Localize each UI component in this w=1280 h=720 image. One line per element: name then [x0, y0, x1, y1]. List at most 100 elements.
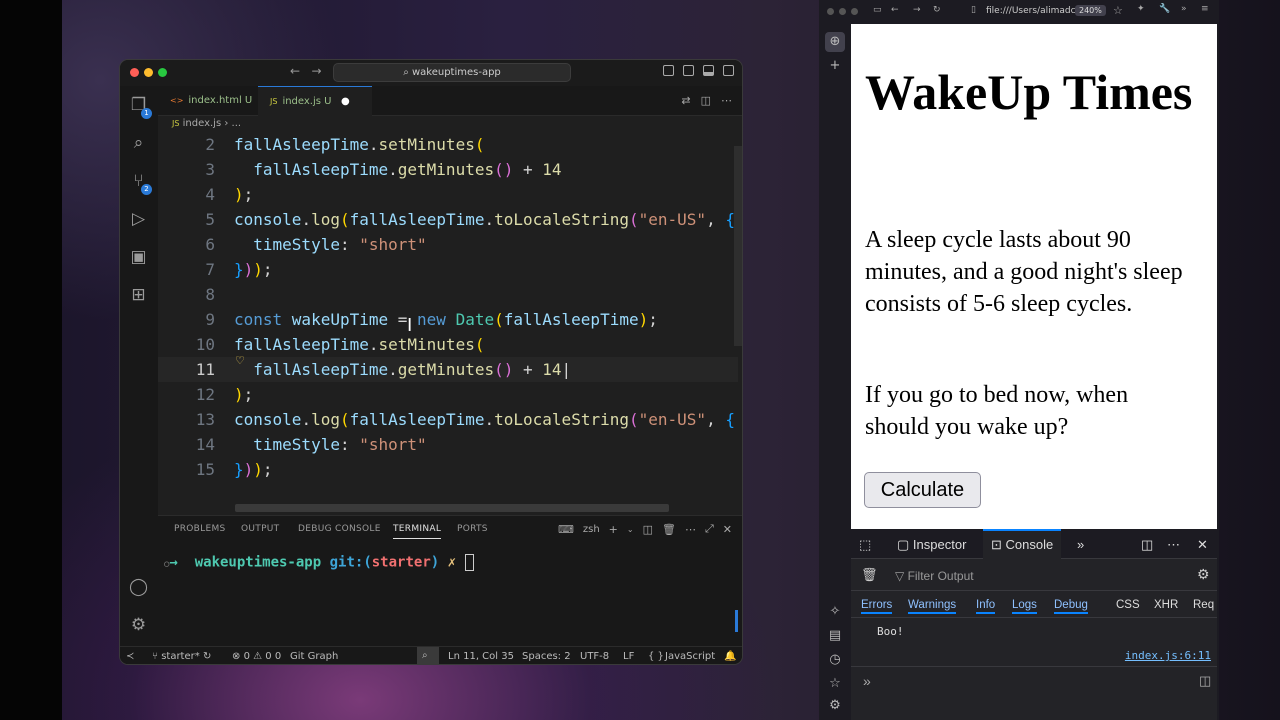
split-editor-icon[interactable]: ◫: [701, 94, 711, 107]
bookmark-star-icon[interactable]: ☆: [1113, 4, 1123, 17]
split-terminal-icon[interactable]: ◫: [643, 523, 653, 536]
more-icon[interactable]: ⋯: [685, 523, 696, 536]
code-line[interactable]: 8: [158, 282, 738, 307]
tab-problems[interactable]: PROBLEMS: [174, 524, 226, 534]
search-icon[interactable]: ⌕: [129, 134, 148, 153]
filter-requests[interactable]: Req: [1193, 599, 1214, 611]
code-line[interactable]: 2 fallAsleepTime.setMinutes(: [158, 132, 738, 157]
tab-inspector[interactable]: ▢ Inspector: [897, 537, 966, 553]
command-center-search[interactable]: ⌕ wakeuptimes-app: [333, 63, 571, 82]
lightbulb-icon[interactable]: ♡: [235, 354, 245, 367]
code-line[interactable]: 3 fallAsleepTime.getMinutes() + 14: [158, 157, 738, 182]
code-line[interactable]: 13 console.log(fallAsleepTime.toLocaleStr…: [158, 407, 738, 432]
tab-output[interactable]: OUTPUT: [241, 524, 279, 534]
overflow-icon[interactable]: »: [1181, 4, 1187, 14]
toggle-sidebar-icon[interactable]: [683, 65, 694, 76]
line-endings[interactable]: LF: [623, 651, 634, 662]
code-line[interactable]: 15}));: [158, 457, 738, 482]
maximize-window-button[interactable]: [158, 68, 167, 77]
zoom-status[interactable]: ⌕: [417, 647, 439, 664]
close-panel-icon[interactable]: ✕: [723, 523, 732, 536]
tab-debug-console[interactable]: DEBUG CONSOLE: [298, 524, 381, 534]
tab-index-js[interactable]: JS index.js U ●: [258, 86, 372, 116]
code-line[interactable]: 4);: [158, 182, 738, 207]
vertical-scrollbar[interactable]: [734, 146, 742, 346]
branch-status[interactable]: ⑂ starter* ↻: [152, 651, 211, 662]
account-icon[interactable]: ◯: [129, 578, 148, 597]
code-line[interactable]: 10 fallAsleepTime.setMinutes(: [158, 332, 738, 357]
forward-arrow-icon[interactable]: →: [312, 64, 322, 78]
run-debug-icon[interactable]: ▷: [129, 210, 148, 229]
code-line[interactable]: 12);: [158, 382, 738, 407]
extensions-icon[interactable]: ⊞: [129, 286, 148, 305]
maximize-window-button[interactable]: [851, 8, 858, 15]
filter-xhr[interactable]: XHR: [1154, 599, 1178, 611]
tab-console[interactable]: ⊡ Console: [983, 529, 1062, 559]
close-window-button[interactable]: [130, 68, 139, 77]
code-line[interactable]: 9 const wakeUpTime = new Date(fallAsleepT…: [158, 307, 738, 332]
encoding[interactable]: UTF-8: [580, 651, 609, 662]
new-tab-plus-icon[interactable]: +: [827, 58, 843, 74]
tab-ports[interactable]: PORTS: [457, 524, 488, 534]
bookmarks-star-icon[interactable]: ☆: [827, 676, 843, 692]
history-clock-icon[interactable]: ◷: [827, 652, 843, 668]
close-window-button[interactable]: [827, 8, 834, 15]
git-graph-status[interactable]: Git Graph: [290, 651, 338, 662]
breadcrumb-file[interactable]: index.js: [183, 118, 222, 129]
tools-icon[interactable]: 🔧: [1159, 4, 1170, 14]
element-picker-icon[interactable]: ⬚: [859, 537, 871, 553]
code-line[interactable]: 6 timeStyle: "short": [158, 232, 738, 257]
problems-status[interactable]: ⊗ 0 ⚠ 0 0: [232, 651, 281, 662]
tab-terminal[interactable]: TERMINAL: [393, 524, 442, 539]
filter-info[interactable]: Info: [976, 599, 996, 614]
more-tools-icon[interactable]: »: [1077, 537, 1084, 552]
back-arrow-icon[interactable]: ←: [891, 5, 899, 15]
menu-icon[interactable]: ≡: [1201, 4, 1209, 14]
code-line[interactable]: 11 fallAsleepTime.getMinutes() + 14|: [158, 357, 738, 382]
shell-name[interactable]: zsh: [583, 524, 600, 535]
trash-icon[interactable]: 🗑: [662, 523, 676, 536]
back-arrow-icon[interactable]: ←: [290, 64, 300, 78]
trash-icon[interactable]: 🗑: [861, 567, 878, 583]
notifications-bell-icon[interactable]: 🔔: [724, 651, 736, 662]
filter-output-input[interactable]: ▽ Filter Output: [895, 569, 974, 583]
tab-index-html[interactable]: <> index.html U: [158, 86, 258, 116]
devtools-menu-icon[interactable]: ⋯: [1167, 537, 1180, 553]
code-editor[interactable]: 2 fallAsleepTime.setMinutes(3 fallAsleepT…: [158, 132, 738, 512]
compare-changes-icon[interactable]: ⇄: [681, 94, 690, 107]
forward-arrow-icon[interactable]: →: [913, 5, 921, 15]
filter-warnings[interactable]: Warnings: [908, 599, 957, 614]
code-line[interactable]: 14 timeStyle: "short": [158, 432, 738, 457]
reload-icon[interactable]: ↻: [933, 5, 941, 15]
maximize-panel-icon[interactable]: ⤢: [705, 522, 714, 536]
sidebar-toggle-icon[interactable]: ▭: [873, 5, 882, 15]
globe-tab-icon[interactable]: ⊕: [825, 32, 845, 52]
toggle-secondary-sidebar-icon[interactable]: [723, 65, 734, 76]
filter-logs[interactable]: Logs: [1012, 599, 1037, 614]
unsaved-dot-icon[interactable]: ●: [341, 96, 350, 107]
breadcrumb-symbol[interactable]: ...: [232, 118, 242, 129]
console-settings-gear-icon[interactable]: ⚙: [1197, 566, 1210, 583]
dock-icon[interactable]: ◫: [1141, 537, 1153, 553]
new-terminal-plus-icon[interactable]: +: [609, 523, 618, 536]
indentation[interactable]: Spaces: 2: [522, 651, 571, 662]
minimize-window-button[interactable]: [839, 8, 846, 15]
code-line[interactable]: 7}));: [158, 257, 738, 282]
remote-icon[interactable]: ≺: [126, 651, 134, 662]
console-input[interactable]: » ◫: [851, 666, 1217, 696]
filter-css[interactable]: CSS: [1116, 599, 1140, 611]
calculate-button[interactable]: Calculate: [864, 472, 981, 508]
minimize-window-button[interactable]: [144, 68, 153, 77]
customize-layout-icon[interactable]: [663, 65, 674, 76]
zoom-level[interactable]: 240%: [1075, 5, 1106, 16]
more-actions-icon[interactable]: ⋯: [721, 94, 732, 107]
language-mode[interactable]: JavaScript: [665, 651, 715, 662]
address-bar[interactable]: file:///Users/alimadc: [986, 6, 1076, 16]
message-source-link[interactable]: index.js:6:11: [1125, 649, 1211, 662]
terminal-output[interactable]: ○→ wakeuptimes-app git:(starter) ✗: [164, 554, 474, 571]
ai-sparkle-icon[interactable]: ✧: [827, 604, 843, 620]
tabs-sync-icon[interactable]: ▤: [827, 628, 843, 644]
filter-errors[interactable]: Errors: [861, 599, 893, 614]
chevron-down-icon[interactable]: ⌄: [627, 525, 634, 534]
close-devtools-icon[interactable]: ✕: [1197, 537, 1208, 553]
